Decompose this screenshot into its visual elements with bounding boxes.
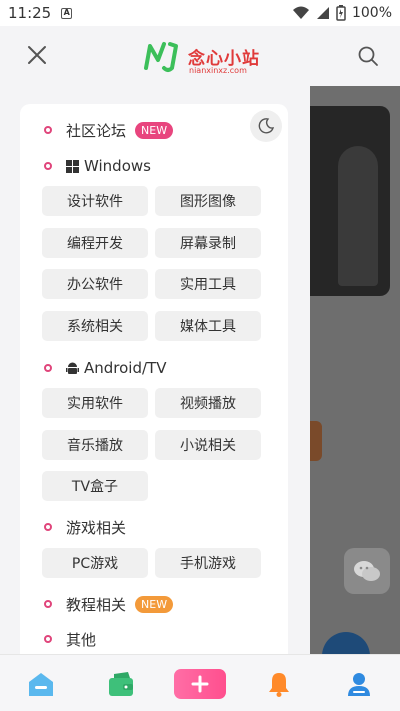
moon-icon [258,118,274,134]
menu-item-label: Android/TV [84,359,167,377]
new-badge: NEW [135,121,174,139]
nav-profile[interactable] [342,667,376,701]
chip-media-tools[interactable]: 媒体工具 [155,311,261,341]
bullet-icon [44,600,52,608]
nav-post-button[interactable] [174,669,226,699]
notification-icon: A [61,7,73,19]
windows-icon [66,159,79,173]
menu-item-label: 其他 [66,630,97,649]
status-bar: 11:25 A 100% [0,0,400,26]
search-icon [358,46,378,66]
chip-tv-box[interactable]: TV盒子 [42,471,148,501]
nav-notifications[interactable] [262,667,296,701]
close-icon [28,46,46,64]
wechat-button[interactable] [344,548,390,594]
bullet-icon [44,635,52,643]
close-button[interactable] [24,42,50,68]
search-button[interactable] [356,44,380,68]
logo-domain: nianxinxz.com [189,66,247,75]
plus-icon [191,675,209,693]
menu-item-label: 社区论坛 [66,121,127,140]
status-right: 100% [292,5,392,21]
home-icon [29,673,53,696]
bullet-icon [44,523,52,531]
wallet-icon [109,672,133,696]
status-time: 11:25 [8,4,52,22]
wechat-icon [354,561,380,581]
bottom-nav [0,654,400,711]
chip-video-playback[interactable]: 视频播放 [155,388,261,418]
battery-icon [336,5,346,21]
menu-item-label: Windows [84,157,151,175]
dark-mode-toggle[interactable] [250,110,282,142]
chip-pc-games[interactable]: PC游戏 [42,548,148,578]
chip-office-software[interactable]: 办公软件 [42,269,148,299]
chip-design-software[interactable]: 设计软件 [42,186,148,216]
menu-item-label: 教程相关 [66,595,127,614]
user-icon [348,673,370,696]
site-logo[interactable]: 念心小站 nianxinxz.com [142,38,262,78]
bullet-icon [44,126,52,134]
chip-system[interactable]: 系统相关 [42,311,148,341]
background-button [310,421,322,461]
header: 念心小站 nianxinxz.com [0,26,400,86]
chip-graphics[interactable]: 图形图像 [155,186,261,216]
new-badge: NEW [135,595,174,613]
chip-novels[interactable]: 小说相关 [155,430,261,460]
background-card-image [310,106,390,296]
category-menu: 社区论坛 NEW Windows 设计软件 图形图像 编程开发 屏幕录制 办公软件… [20,104,288,664]
bell-icon [269,673,289,697]
signal-icon [316,7,329,19]
nav-wallet[interactable] [104,667,138,701]
chip-practical-software[interactable]: 实用软件 [42,388,148,418]
nav-home[interactable] [24,667,58,701]
wifi-icon [292,6,309,19]
logo-mark [144,42,178,72]
chip-mobile-games[interactable]: 手机游戏 [155,548,261,578]
chip-music-playback[interactable]: 音乐播放 [42,430,148,460]
chip-screen-recording[interactable]: 屏幕录制 [155,228,261,258]
bullet-icon [44,364,52,372]
menu-item-label: 游戏相关 [66,518,127,537]
battery-percent: 100% [351,5,392,21]
bullet-icon [44,162,52,170]
android-icon [66,362,79,374]
chip-utilities[interactable]: 实用工具 [155,269,261,299]
chip-programming[interactable]: 编程开发 [42,228,148,258]
